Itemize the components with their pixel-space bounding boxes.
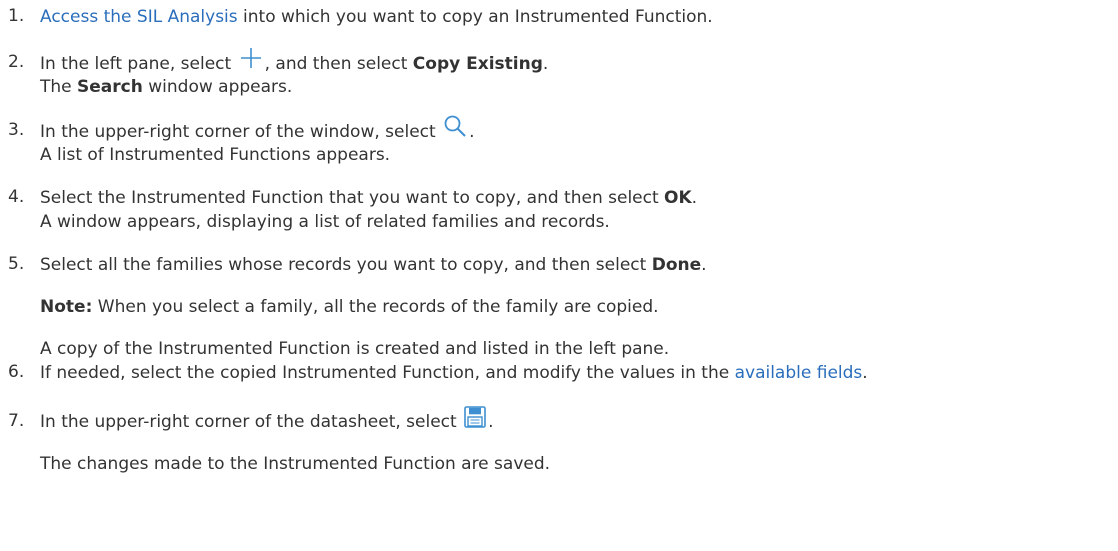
step-text: In the left pane, select xyxy=(40,54,232,74)
note-label: Note: xyxy=(40,297,93,317)
step-number: 4. xyxy=(8,187,25,207)
step-number: 7. xyxy=(8,411,25,431)
step-text: The changes made to the Instrumented Fun… xyxy=(40,454,551,474)
note-text: When you select a family, all the record… xyxy=(92,297,659,317)
step-text: Select the Instrumented Function that yo… xyxy=(40,188,665,208)
step-text: A window appears, displaying a list of r… xyxy=(40,212,610,232)
plus-icon xyxy=(239,46,263,70)
search-icon xyxy=(443,114,467,138)
step-instruction: Select the Instrumented Function that yo… xyxy=(40,187,697,209)
step-text: window appears. xyxy=(142,77,293,97)
step-text: , and then select xyxy=(264,54,413,74)
step-instruction: Access the SIL Analysis into which you w… xyxy=(40,6,713,28)
save-icon xyxy=(464,406,486,428)
step-text: . xyxy=(701,255,707,275)
step-text: . xyxy=(691,188,698,208)
step-text: The xyxy=(40,77,78,97)
step-result: The changes made to the Instrumented Fun… xyxy=(40,453,550,475)
access-sil-analysis-link[interactable]: Access the SIL Analysis xyxy=(40,7,238,27)
step-number: 3. xyxy=(8,120,25,140)
step-result: A copy of the Instrumented Function is c… xyxy=(40,338,669,360)
step-text: In the upper-right corner of the datashe… xyxy=(40,412,457,432)
step-note: Note: When you select a family, all the … xyxy=(40,296,659,318)
step-text: . xyxy=(488,412,494,432)
step-number: 6. xyxy=(8,362,25,382)
available-fields-link[interactable]: available fields xyxy=(735,363,863,383)
step-instruction: In the upper-right corner of the datashe… xyxy=(40,406,494,433)
step-text: . xyxy=(469,122,475,142)
step-text: . xyxy=(542,54,549,74)
step-number: 1. xyxy=(8,6,25,26)
step-text: A list of Instrumented Functions appears… xyxy=(40,145,391,165)
step-instruction: In the left pane, select , and then sele… xyxy=(40,48,549,76)
step-instruction: In the upper-right corner of the window,… xyxy=(40,115,475,144)
step-text: If needed, select the copied Instrumente… xyxy=(40,363,735,383)
procedure-steps: 1. Access the SIL Analysis into which yo… xyxy=(0,0,1118,551)
step-number: 5. xyxy=(8,254,25,274)
search-window-label: Search xyxy=(77,77,143,97)
step-number: 2. xyxy=(8,52,25,72)
step-text: . xyxy=(862,363,868,383)
step-instruction: If needed, select the copied Instrumente… xyxy=(40,362,868,384)
step-text: A copy of the Instrumented Function is c… xyxy=(40,339,670,359)
step-result: The Search window appears. xyxy=(40,76,292,98)
done-label: Done xyxy=(651,255,702,275)
ok-label: OK xyxy=(664,188,692,208)
step-text: In the upper-right corner of the window,… xyxy=(40,122,436,142)
step-result: A list of Instrumented Functions appears… xyxy=(40,144,390,166)
step-text: into which you want to copy an Instrumen… xyxy=(237,7,713,27)
step-instruction: Select all the families whose records yo… xyxy=(40,254,707,276)
copy-existing-label: Copy Existing xyxy=(412,54,543,74)
step-result: A window appears, displaying a list of r… xyxy=(40,211,610,233)
step-text: Select all the families whose records yo… xyxy=(40,255,652,275)
